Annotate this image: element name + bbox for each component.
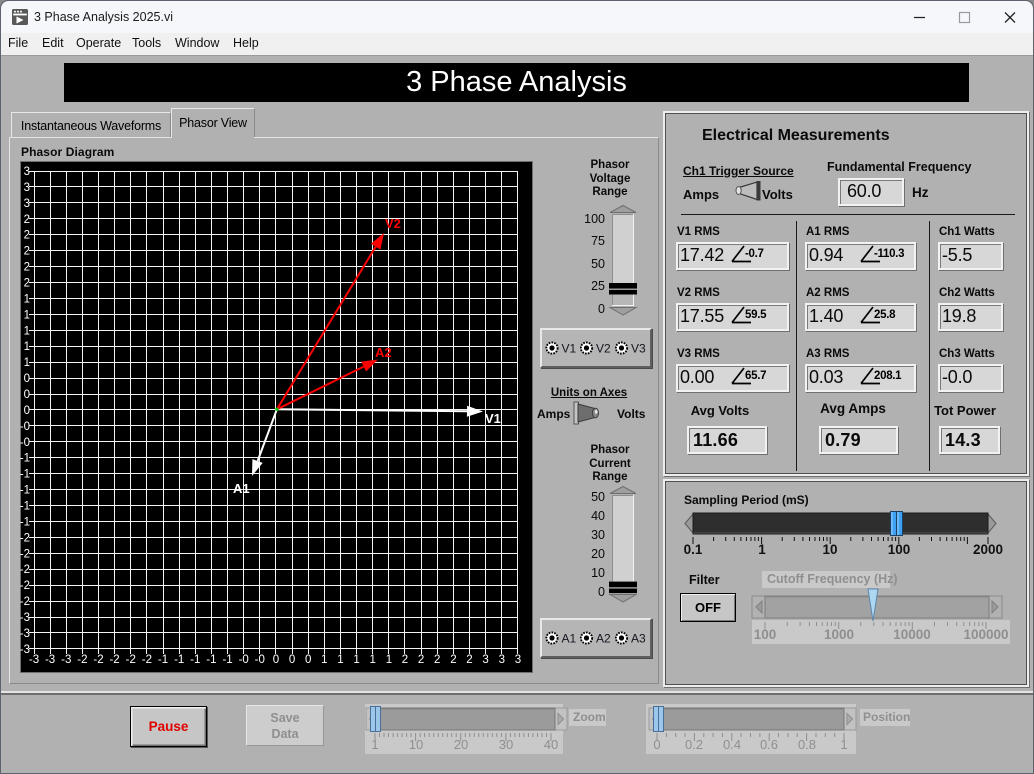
svg-text:-3: -3 <box>45 654 55 666</box>
svg-text:A1: A1 <box>562 632 577 646</box>
svg-text:V3: V3 <box>631 342 646 356</box>
svg-text:-1: -1 <box>20 501 30 513</box>
svg-text:-3: -3 <box>20 628 30 640</box>
svg-text:25.8: 25.8 <box>874 309 896 321</box>
svg-text:2: 2 <box>466 654 472 666</box>
svg-text:-3: -3 <box>20 612 30 624</box>
svg-text:3: 3 <box>24 198 30 210</box>
svg-text:-1: -1 <box>20 453 30 465</box>
svg-text:2: 2 <box>24 278 30 290</box>
svg-text:2: 2 <box>418 654 424 666</box>
svg-text:0: 0 <box>305 654 311 666</box>
svg-text:-0.7: -0.7 <box>745 248 764 260</box>
svg-text:-2: -2 <box>20 564 30 576</box>
svg-text:1: 1 <box>369 654 375 666</box>
svg-text:0: 0 <box>289 654 295 666</box>
svg-text:A1: A1 <box>233 481 250 496</box>
svg-text:-2: -2 <box>142 654 152 666</box>
svg-text:0: 0 <box>24 373 30 385</box>
svg-text:A2: A2 <box>596 632 611 646</box>
svg-text:2: 2 <box>24 262 30 274</box>
svg-text:-0: -0 <box>239 654 249 666</box>
svg-text:65.7: 65.7 <box>745 370 766 382</box>
svg-text:A3: A3 <box>631 632 646 646</box>
svg-text:0: 0 <box>24 389 30 401</box>
svg-text:-1: -1 <box>20 485 30 497</box>
svg-text:-3: -3 <box>29 654 39 666</box>
svg-text:3: 3 <box>24 166 30 178</box>
svg-text:2: 2 <box>24 246 30 258</box>
svg-text:-2: -2 <box>20 532 30 544</box>
svg-text:-1: -1 <box>158 654 168 666</box>
svg-text:-110.3: -110.3 <box>874 248 904 260</box>
svg-text:208.1: 208.1 <box>874 370 902 382</box>
svg-text:1: 1 <box>24 341 30 353</box>
svg-text:3: 3 <box>24 182 30 194</box>
svg-text:59.5: 59.5 <box>745 309 767 321</box>
svg-text:-2: -2 <box>20 580 30 592</box>
svg-text:V2: V2 <box>385 216 401 231</box>
svg-text:2: 2 <box>450 654 456 666</box>
svg-text:1: 1 <box>24 325 30 337</box>
svg-text:1: 1 <box>24 357 30 369</box>
svg-text:1: 1 <box>386 654 392 666</box>
svg-text:V1: V1 <box>562 342 577 356</box>
svg-text:-3: -3 <box>20 644 30 656</box>
svg-text:1: 1 <box>353 654 359 666</box>
svg-text:3: 3 <box>515 654 521 666</box>
svg-text:-2: -2 <box>93 654 103 666</box>
svg-text:-1: -1 <box>174 654 184 666</box>
svg-text:-2: -2 <box>20 596 30 608</box>
svg-text:A2: A2 <box>375 345 392 360</box>
svg-text:-1: -1 <box>20 517 30 529</box>
svg-text:-2: -2 <box>77 654 87 666</box>
svg-text:1: 1 <box>321 654 327 666</box>
svg-text:3: 3 <box>482 654 488 666</box>
svg-text:2: 2 <box>24 230 30 242</box>
svg-text:V2: V2 <box>596 342 611 356</box>
svg-text:V1: V1 <box>485 411 501 426</box>
svg-text:0: 0 <box>273 654 279 666</box>
svg-text:1: 1 <box>24 309 30 321</box>
svg-text:1: 1 <box>24 293 30 305</box>
svg-text:-3: -3 <box>61 654 71 666</box>
svg-text:0: 0 <box>24 405 30 417</box>
svg-text:-1: -1 <box>222 654 232 666</box>
svg-text:1: 1 <box>337 654 343 666</box>
svg-text:-0: -0 <box>255 654 265 666</box>
svg-text:-1: -1 <box>20 469 30 481</box>
svg-text:-2: -2 <box>109 654 119 666</box>
svg-text:2: 2 <box>24 214 30 226</box>
svg-text:2: 2 <box>434 654 440 666</box>
svg-text:-0: -0 <box>20 421 30 433</box>
svg-text:-1: -1 <box>206 654 216 666</box>
svg-text:3: 3 <box>499 654 505 666</box>
svg-text:-2: -2 <box>126 654 136 666</box>
svg-text:-0: -0 <box>20 437 30 449</box>
svg-text:-2: -2 <box>20 548 30 560</box>
svg-text:2: 2 <box>402 654 408 666</box>
svg-text:-1: -1 <box>190 654 200 666</box>
